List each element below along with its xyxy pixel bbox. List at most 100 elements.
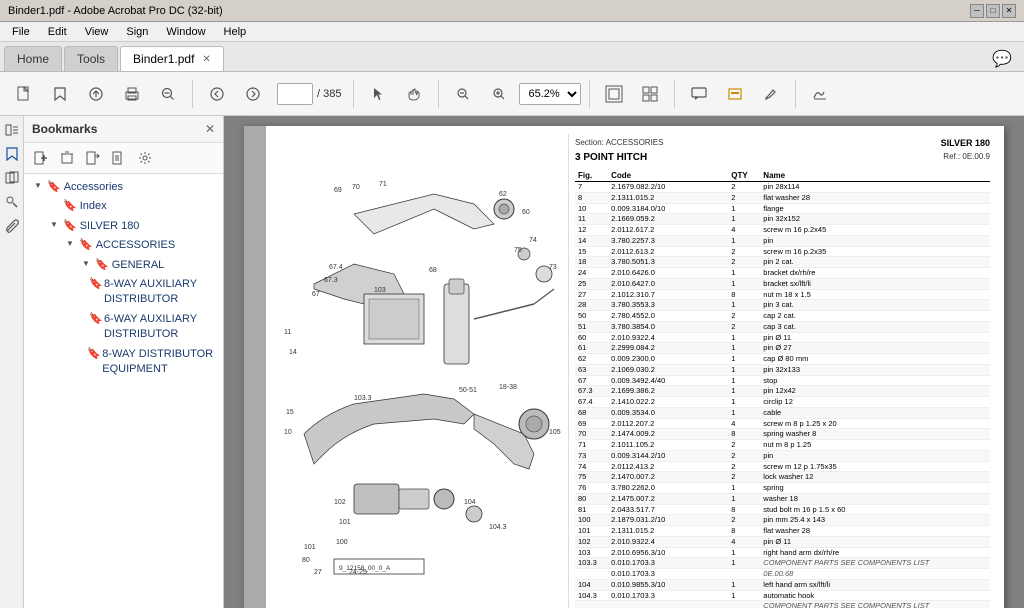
highlight-button[interactable] (719, 78, 751, 110)
table-cell: 2.780.4552.0 (608, 311, 728, 322)
tab-tools[interactable]: Tools (64, 46, 118, 71)
svg-text:105: 105 (549, 429, 561, 436)
next-page-button[interactable] (237, 78, 269, 110)
tree-item-8way2[interactable]: ▶ 🔖 8-WAY DISTRIBUTOR EQUIPMENT (24, 345, 223, 380)
settings-button[interactable] (134, 147, 156, 169)
tree-label-accessories: Accessories (64, 180, 123, 195)
zoom-in-button[interactable] (483, 78, 515, 110)
table-cell: 1 (728, 493, 760, 504)
pdf-header-row: Section: ACCESSORIES SILVER 180 (575, 138, 990, 150)
title-bar-controls: ─ □ ✕ (970, 4, 1016, 18)
table-cell: 74 (575, 461, 608, 472)
table-cell: pin 2 cat. (760, 257, 990, 268)
comment-button[interactable] (683, 78, 715, 110)
table-cell: 0.009.2300.0 (608, 354, 728, 365)
table-row: 602.010.9322.41pin Ø 11 (575, 332, 990, 343)
close-button[interactable]: ✕ (1002, 4, 1016, 18)
menu-window[interactable]: Window (158, 24, 213, 40)
tree-label-silver180: SILVER 180 (80, 219, 140, 234)
main-layout: Bookmarks ✕ ▼ 🔖 (0, 116, 1024, 608)
menu-help[interactable]: Help (216, 24, 255, 40)
menu-file[interactable]: File (4, 24, 38, 40)
scrolling-button[interactable] (634, 78, 666, 110)
pdf-viewer[interactable]: 69 70 71 67.4 67.3 67 68 62 60 73 74 75 (224, 116, 1024, 608)
tree-item-index[interactable]: ▶ 🔖 Index (24, 197, 223, 216)
tools-panel-icon[interactable] (2, 192, 22, 212)
table-cell: 2.010.6956.3/10 (608, 547, 728, 558)
export-bookmark-button[interactable] (82, 147, 104, 169)
table-cell: 3.780.5051.3 (608, 257, 728, 268)
print-button[interactable] (116, 78, 148, 110)
tree-arrow-accessories[interactable]: ▼ (32, 180, 44, 191)
maximize-button[interactable]: □ (986, 4, 1000, 18)
page-total: / 385 (317, 88, 341, 100)
table-cell: pin (760, 235, 990, 246)
table-cell: 1 (728, 590, 760, 601)
sidebar-header: Bookmarks ✕ (24, 116, 223, 143)
parts-table: Fig. Code QTY Name 72.1679.082.2/102pin … (575, 170, 990, 608)
tab-doc[interactable]: Binder1.pdf ✕ (120, 46, 224, 71)
attach-panel-icon[interactable] (2, 216, 22, 236)
table-cell: 80 (575, 493, 608, 504)
tree-item-accessories[interactable]: ▼ 🔖 Accessories (24, 178, 223, 197)
table-cell: cap 3 cat. (760, 321, 990, 332)
zoom-out-button[interactable] (447, 78, 479, 110)
upload-button[interactable] (80, 78, 112, 110)
tree-item-6way[interactable]: ▶ 🔖 6-WAY AUXILIARY DISTRIBUTOR (24, 310, 223, 345)
table-cell: 1 (728, 579, 760, 590)
tree-item-accessories2[interactable]: ▼ 🔖 ACCESSORIES (24, 236, 223, 255)
prev-page-button[interactable] (201, 78, 233, 110)
minimize-button[interactable]: ─ (970, 4, 984, 18)
draw-button[interactable] (755, 78, 787, 110)
table-row: 272.1012.310.78nut m 18 x 1.5 (575, 289, 990, 300)
bookmarks-panel-icon[interactable] (2, 144, 22, 164)
tree-arrow-silver180[interactable]: ▼ (48, 219, 60, 230)
pages-panel-icon[interactable] (2, 168, 22, 188)
table-row: 752.1470.007.22lock washer 12 (575, 472, 990, 483)
menu-sign[interactable]: Sign (118, 24, 156, 40)
menu-edit[interactable]: Edit (40, 24, 75, 40)
sidebar-title: Bookmarks (32, 122, 97, 136)
page-number-input[interactable]: 9 (277, 83, 313, 105)
table-cell: 0.010.1703.3 (608, 569, 728, 580)
tab-close-icon[interactable]: ✕ (202, 54, 210, 65)
tree-item-8way1[interactable]: ▶ 🔖 8-WAY AUXILIARY DISTRIBUTOR (24, 275, 223, 310)
hand-tool[interactable] (398, 78, 430, 110)
sidebar-close-button[interactable]: ✕ (205, 122, 215, 136)
table-cell: 104.3 (575, 590, 608, 601)
svg-text:104: 104 (464, 499, 476, 506)
message-icon[interactable]: 💬 (992, 49, 1012, 69)
tree-label-index: Index (80, 199, 107, 214)
bookmark-icon-general: 🔖 (95, 258, 109, 273)
table-cell: 67.3 (575, 386, 608, 397)
nav-panel-icon[interactable] (2, 120, 22, 140)
fit-page-button[interactable] (598, 78, 630, 110)
svg-text:104.3: 104.3 (489, 524, 507, 531)
zoom-out-tool[interactable] (152, 78, 184, 110)
pdf-table-area: Section: ACCESSORIES SILVER 180 3 POINT … (569, 134, 996, 608)
table-cell: 2.1699.386.2 (608, 386, 728, 397)
new-bookmark-button[interactable] (30, 147, 52, 169)
bookmark-button[interactable] (44, 78, 76, 110)
table-cell: 8 (728, 526, 760, 537)
tab-doc-label: Binder1.pdf (133, 52, 194, 66)
delete-bookmark-button[interactable] (56, 147, 78, 169)
table-cell: COMPONENT PARTS SEE COMPONENTS LIST (760, 601, 990, 608)
create-button[interactable] (8, 78, 40, 110)
svg-text:101: 101 (304, 544, 316, 551)
tree-arrow-general[interactable]: ▼ (80, 258, 92, 269)
sign-button[interactable] (804, 78, 836, 110)
table-cell: spring (760, 483, 990, 494)
zoom-select[interactable]: 65.2% 50% 75% 100% 125% 150% 200% (519, 83, 581, 105)
table-cell: 1 (728, 483, 760, 494)
tab-home[interactable]: Home (4, 46, 62, 71)
table-cell: 1 (728, 203, 760, 214)
select-tool[interactable] (362, 78, 394, 110)
table-row: 152.0112.613.22screw m 16 p.2x35 (575, 246, 990, 257)
more-options-button[interactable] (108, 147, 130, 169)
table-cell: 1 (728, 354, 760, 365)
tree-item-silver180[interactable]: ▼ 🔖 SILVER 180 (24, 217, 223, 236)
tree-arrow-accessories2[interactable]: ▼ (64, 238, 76, 249)
tree-item-general[interactable]: ▼ 🔖 GENERAL (24, 256, 223, 275)
menu-view[interactable]: View (77, 24, 117, 40)
